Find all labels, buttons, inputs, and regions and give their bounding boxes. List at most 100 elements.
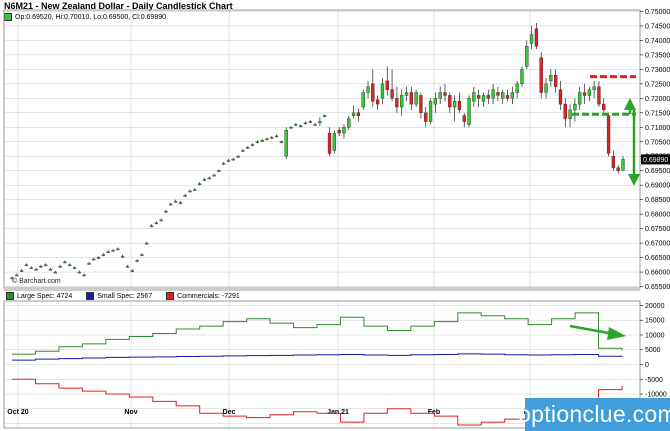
candle-up xyxy=(87,263,91,265)
cot-tick-label: 15000 xyxy=(645,318,665,325)
candle-up xyxy=(48,268,53,271)
price-panel-frame xyxy=(3,9,641,289)
candle-up xyxy=(39,266,43,268)
candle-up xyxy=(58,266,62,268)
candle-up xyxy=(568,109,572,119)
candle-up xyxy=(145,242,149,245)
price-tick-label: 0.70500 xyxy=(645,139,670,146)
candle-down xyxy=(582,92,587,96)
price-tick-label: 0.73000 xyxy=(645,67,670,74)
candle-up xyxy=(164,211,168,213)
price-tick-label: 0.68500 xyxy=(645,197,670,204)
candle-up xyxy=(404,92,409,96)
cot-small-spec-line xyxy=(12,353,623,361)
candle-up xyxy=(154,222,158,225)
candle-up xyxy=(501,92,505,99)
candle-up xyxy=(130,270,134,272)
candle-up xyxy=(303,122,308,125)
candle-up xyxy=(125,266,130,268)
candle-up xyxy=(342,127,346,134)
candle-down xyxy=(597,86,601,105)
candle-up xyxy=(525,45,529,67)
candle-down xyxy=(448,95,452,108)
candle-up xyxy=(15,274,19,277)
candle-up xyxy=(72,267,77,269)
candle-down xyxy=(385,80,389,90)
candle-up xyxy=(10,277,14,280)
candle-up xyxy=(183,195,187,197)
cot-large-spec-line xyxy=(12,312,623,355)
candle-up xyxy=(428,101,433,122)
candle-up xyxy=(323,115,327,117)
candle-up xyxy=(222,163,226,165)
optionclue-logo: optionclue.com xyxy=(518,398,670,431)
candle-up xyxy=(274,135,279,138)
cot-tick-label: -5000 xyxy=(645,377,663,384)
candle-up xyxy=(308,121,312,123)
candle-up xyxy=(92,258,96,261)
candle-up xyxy=(29,267,33,269)
last-value-label: 0.69890 xyxy=(643,157,668,164)
candle-up xyxy=(255,141,260,143)
candle-up xyxy=(578,92,582,105)
candle-down xyxy=(443,92,447,96)
candle-up xyxy=(202,179,207,181)
candle-up xyxy=(299,125,303,128)
candle-up xyxy=(149,225,154,227)
candle-up xyxy=(212,174,216,177)
candle-up xyxy=(121,255,125,258)
candle-up xyxy=(19,270,24,272)
candle-up xyxy=(587,89,591,96)
candle-up xyxy=(111,250,115,252)
price-tick-label: 0.74000 xyxy=(645,38,670,45)
candle-down xyxy=(505,95,510,99)
candle-up xyxy=(491,89,495,99)
candle-up xyxy=(24,264,29,267)
candle-up xyxy=(173,200,178,203)
candle-down xyxy=(395,98,399,108)
candle-up xyxy=(351,112,356,116)
candle-up xyxy=(544,83,548,93)
candle-up xyxy=(433,98,438,105)
price-tick-label: 0.71500 xyxy=(645,110,670,117)
candle-up xyxy=(366,86,370,93)
x-tick-label: Dec xyxy=(223,409,236,416)
candle-down xyxy=(419,95,423,114)
candle-up xyxy=(68,264,72,267)
candle-up xyxy=(289,127,293,129)
price-tick-label: 0.72500 xyxy=(645,81,670,88)
candle-down xyxy=(563,103,567,119)
candle-up xyxy=(34,268,38,271)
candle-down xyxy=(606,115,611,154)
candle-down xyxy=(611,156,616,169)
candle-down xyxy=(327,132,332,154)
cot-arrow-shaft xyxy=(569,324,615,336)
candle-up xyxy=(621,159,625,171)
candle-up xyxy=(510,92,514,99)
candle-up xyxy=(135,260,139,262)
candle-up xyxy=(231,158,235,161)
candle-down xyxy=(558,89,563,105)
price-tick-label: 0.74500 xyxy=(645,23,670,30)
cot-tick-label: 10000 xyxy=(645,332,665,339)
cot-tick-label: 0 xyxy=(645,362,649,369)
candle-up xyxy=(347,118,351,128)
candle-up xyxy=(265,138,269,141)
candle-up xyxy=(53,271,57,274)
cot-tick-label: 20000 xyxy=(645,303,665,310)
cot-arrow-head xyxy=(607,327,626,340)
candle-up xyxy=(260,140,264,142)
candle-up xyxy=(116,248,120,251)
candle-up xyxy=(472,92,476,102)
candle-down xyxy=(496,92,500,96)
candle-down xyxy=(462,115,466,122)
candle-up xyxy=(159,219,163,222)
price-tick-label: 0.72000 xyxy=(645,96,670,103)
price-tick-label: 0.75000 xyxy=(645,9,670,16)
candle-down xyxy=(409,92,413,105)
candle-down xyxy=(371,83,375,102)
candle-up xyxy=(400,95,404,108)
candle-up xyxy=(226,160,231,162)
candle-down xyxy=(390,89,394,99)
candle-down xyxy=(477,95,481,99)
